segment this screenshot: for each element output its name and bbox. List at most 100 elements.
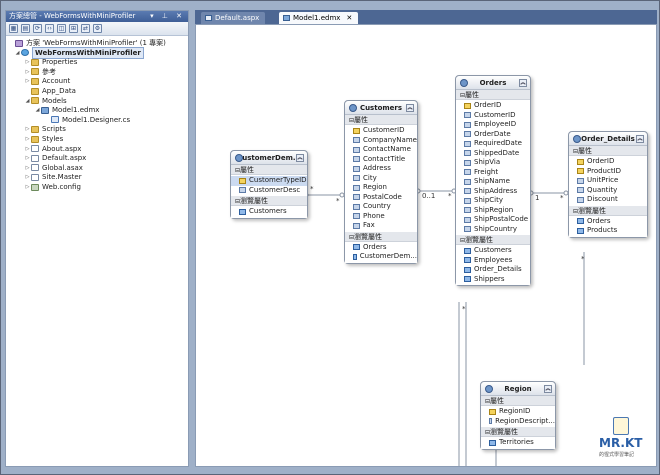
tree-node[interactable]: ▷ Site.Master: [24, 172, 82, 182]
copy-web-icon[interactable]: ⇄: [81, 24, 90, 33]
tree-node[interactable]: ▷ About.aspx: [24, 144, 82, 154]
view-designer-icon[interactable]: ◫: [57, 24, 66, 33]
property-row[interactable]: RequiredDate: [456, 139, 530, 149]
entity-orders[interactable]: Orders ︽ ⊟屬性 OrderID CustomerID EmployeeID Ord…: [455, 75, 531, 286]
property-row[interactable]: OrderID: [569, 157, 647, 167]
property-row[interactable]: Address: [345, 164, 417, 174]
navigation-property-row[interactable]: Products: [569, 226, 647, 236]
expand-arrow-icon[interactable]: ▷: [24, 144, 31, 154]
collapse-chevron-icon[interactable]: ︽: [636, 135, 644, 143]
show-all-files-icon[interactable]: ▤: [21, 24, 30, 33]
tree-node[interactable]: App_Data: [24, 86, 76, 96]
expand-arrow-icon[interactable]: ▷: [24, 76, 31, 86]
collapse-chevron-icon[interactable]: ︽: [406, 104, 414, 112]
tab-default-aspx[interactable]: Default.aspx: [201, 12, 266, 24]
tree-node[interactable]: ▷ Properties: [24, 57, 78, 67]
edmx-designer-canvas[interactable]: * * 0..1 * 1 * * * CustomerDem... ︽ ⊟屬性 Cus…: [195, 24, 657, 467]
navigation-properties-header[interactable]: ⊟瀏覽屬性: [231, 196, 307, 206]
property-row[interactable]: ShipVia: [456, 158, 530, 168]
tree-node[interactable]: ▷ Web.config: [24, 182, 81, 192]
property-row[interactable]: Fax: [345, 221, 417, 231]
expand-arrow-icon[interactable]: ▷: [24, 67, 31, 77]
property-row[interactable]: CustomerDesc: [231, 186, 307, 196]
property-row[interactable]: Discount: [569, 195, 647, 205]
property-row[interactable]: City: [345, 174, 417, 184]
property-row[interactable]: Freight: [456, 168, 530, 178]
property-row[interactable]: RegionID: [481, 407, 555, 417]
entity-header[interactable]: Region ︽: [481, 382, 555, 396]
tree-node[interactable]: ▷ Account: [24, 76, 71, 86]
collapse-arrow-icon[interactable]: ◢: [24, 96, 31, 106]
property-row[interactable]: OrderID: [456, 101, 530, 111]
property-row[interactable]: PostalCode: [345, 193, 417, 203]
expand-arrow-icon[interactable]: ▷: [24, 153, 31, 163]
navigation-properties-header[interactable]: ⊟瀏覽屬性: [345, 231, 417, 242]
expand-arrow-icon[interactable]: ▷: [24, 57, 31, 67]
expand-arrow-icon[interactable]: ▷: [24, 134, 31, 144]
property-row[interactable]: Country: [345, 202, 417, 212]
navigation-property-row[interactable]: Territories: [481, 438, 555, 448]
navigation-property-row[interactable]: CustomerDem...: [345, 252, 417, 262]
navigation-properties-header[interactable]: ⊟瀏覽屬性: [481, 427, 555, 437]
expand-arrow-icon[interactable]: ▷: [24, 182, 31, 192]
tree-node[interactable]: ▷ Default.aspx: [24, 153, 87, 163]
property-row[interactable]: ShipName: [456, 177, 530, 187]
properties-header[interactable]: ⊟屬性: [481, 396, 555, 406]
entity-customers[interactable]: Customers ︽ ⊟屬性 CustomerID CompanyName Contac…: [344, 100, 418, 264]
navigation-property-row[interactable]: Order_Details: [456, 265, 530, 275]
navigation-property-row[interactable]: Customers: [456, 246, 530, 256]
tab-model1-edmx[interactable]: Model1.edmx ✕: [279, 12, 359, 24]
tree-node[interactable]: ▷ Global.asax: [24, 163, 83, 173]
navigation-properties-header[interactable]: ⊟瀏覽屬性: [456, 235, 530, 245]
entity-header[interactable]: Customers ︽: [345, 101, 417, 115]
tree-node[interactable]: ◢ Model1.edmx: [34, 105, 100, 115]
properties-header[interactable]: ⊟屬性: [345, 115, 417, 125]
property-row[interactable]: Quantity: [569, 186, 647, 196]
property-row[interactable]: CustomerID: [456, 111, 530, 121]
property-row[interactable]: CustomerTypeID: [231, 176, 307, 186]
entity-customer-demo[interactable]: CustomerDem... ︽ ⊟屬性 CustomerTypeID Customer…: [230, 150, 308, 219]
navigation-property-row[interactable]: Shippers: [456, 275, 530, 285]
navigation-property-row[interactable]: Customers: [231, 207, 307, 217]
entity-header[interactable]: CustomerDem... ︽: [231, 151, 307, 165]
properties-header[interactable]: ⊟屬性: [569, 146, 647, 156]
view-code-icon[interactable]: ‹›: [45, 24, 54, 33]
collapse-arrow-icon[interactable]: ◢: [14, 48, 21, 58]
properties-header[interactable]: ⊟屬性: [456, 90, 530, 100]
navigation-properties-header[interactable]: ⊟瀏覽屬性: [569, 205, 647, 216]
collapse-chevron-icon[interactable]: ︽: [519, 79, 527, 87]
navigation-property-row[interactable]: Orders: [569, 217, 647, 227]
asp-config-icon[interactable]: ⚙: [93, 24, 102, 33]
expand-arrow-icon[interactable]: ▷: [24, 172, 31, 182]
navigation-property-row[interactable]: Employees: [456, 256, 530, 266]
property-row[interactable]: EmployeeID: [456, 120, 530, 130]
collapse-arrow-icon[interactable]: ◢: [34, 105, 41, 115]
property-row[interactable]: ShipCity: [456, 196, 530, 206]
class-diagram-icon[interactable]: ⊞: [69, 24, 78, 33]
property-row[interactable]: CompanyName: [345, 136, 417, 146]
properties-header[interactable]: ⊟屬性: [231, 165, 307, 175]
entity-header[interactable]: Orders ︽: [456, 76, 530, 90]
pin-close-icons[interactable]: ▾ ⊥ ✕: [150, 11, 185, 22]
tree-node[interactable]: ▷ Styles: [24, 134, 64, 144]
collapse-chevron-icon[interactable]: ︽: [296, 154, 304, 162]
property-row[interactable]: ContactTitle: [345, 155, 417, 165]
entity-header[interactable]: Order_Details ︽: [569, 132, 647, 146]
collapse-chevron-icon[interactable]: ︽: [544, 385, 552, 393]
refresh-icon[interactable]: ⟳: [33, 24, 42, 33]
property-row[interactable]: Phone: [345, 212, 417, 222]
property-row[interactable]: ShipRegion: [456, 206, 530, 216]
property-row[interactable]: RegionDescript...: [481, 417, 555, 427]
property-row[interactable]: ShipAddress: [456, 187, 530, 197]
tree-node[interactable]: Model1.Designer.cs: [44, 115, 130, 125]
property-row[interactable]: ShipCountry: [456, 225, 530, 235]
expand-arrow-icon[interactable]: ▷: [24, 163, 31, 173]
entity-order-details[interactable]: Order_Details ︽ ⊟屬性 OrderID ProductID UnitPri…: [568, 131, 648, 238]
property-row[interactable]: ProductID: [569, 167, 647, 177]
property-row[interactable]: CustomerID: [345, 126, 417, 136]
property-row[interactable]: OrderDate: [456, 130, 530, 140]
property-row[interactable]: ShippedDate: [456, 149, 530, 159]
expand-arrow-icon[interactable]: ▷: [24, 124, 31, 134]
tree-node[interactable]: ◢ WebFormsWithMiniProfiler: [14, 46, 144, 59]
navigation-property-row[interactable]: Orders: [345, 243, 417, 253]
